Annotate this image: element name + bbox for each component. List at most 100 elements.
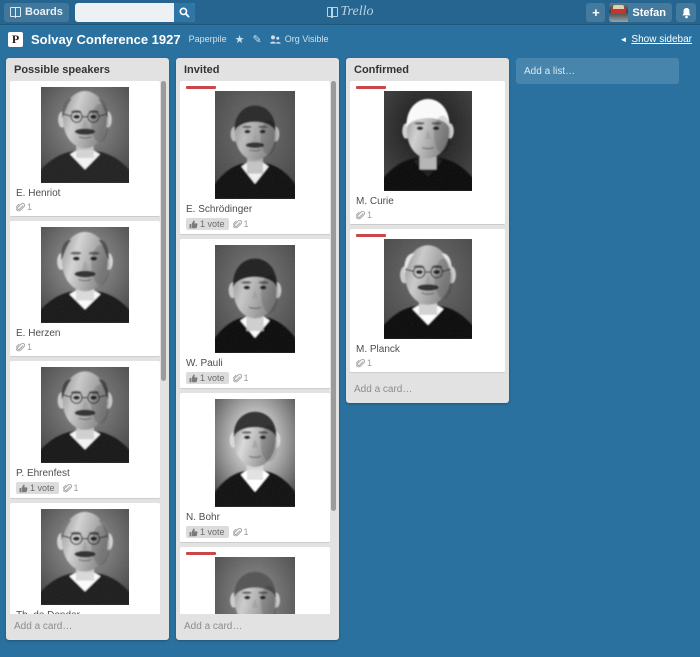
add-card-button[interactable]: Add a card… bbox=[176, 614, 339, 640]
star-icon[interactable]: ★ bbox=[235, 33, 245, 46]
attachment-count: 1 bbox=[243, 373, 249, 383]
thumbs-up-icon bbox=[189, 528, 198, 536]
magnifier-icon bbox=[179, 7, 190, 18]
notifications-button[interactable] bbox=[676, 3, 696, 22]
card-badges: 1 bbox=[356, 358, 500, 368]
card-title: N. Bohr bbox=[186, 512, 220, 523]
card-title: E. Schrödinger bbox=[186, 204, 253, 215]
trello-logo: Trello bbox=[305, 4, 395, 20]
card-title: M. Curie bbox=[356, 196, 394, 207]
sidebar-arrow-icon: ◄ bbox=[619, 34, 628, 44]
list-title[interactable]: Possible speakers bbox=[6, 58, 169, 81]
card-badges: 1 vote 1 bbox=[186, 372, 325, 384]
portrait-heisenberg bbox=[215, 557, 295, 614]
attachment-icon bbox=[16, 202, 25, 211]
attachment-count: 1 bbox=[367, 210, 373, 220]
show-sidebar-label: Show sidebar bbox=[631, 33, 692, 45]
vote-badge[interactable]: 1 vote bbox=[186, 526, 229, 538]
card[interactable]: E. Henriot 1 bbox=[10, 81, 160, 217]
attachment-badge: 1 bbox=[16, 202, 32, 212]
attachment-badge: 1 bbox=[356, 210, 372, 220]
trello-board-icon bbox=[326, 6, 338, 18]
list-title[interactable]: Invited bbox=[176, 58, 339, 81]
card[interactable]: W. Heisenberg1 bbox=[180, 547, 330, 614]
board-organization[interactable]: Paperpile bbox=[189, 34, 227, 44]
boards-button[interactable]: Boards bbox=[4, 2, 69, 22]
attachment-count: 1 bbox=[73, 483, 79, 493]
top-navigation-bar: Boards Trello + Stefan bbox=[0, 0, 700, 25]
attachment-icon bbox=[232, 219, 242, 228]
card[interactable]: N. Bohr 1 vote 1 bbox=[180, 393, 330, 543]
card-title: E. Henriot bbox=[16, 188, 61, 199]
card-badges: 1 bbox=[356, 210, 500, 220]
member-menu[interactable]: Stefan bbox=[609, 3, 672, 22]
attachment-icon bbox=[232, 373, 242, 382]
vote-badge[interactable]: 1 vote bbox=[16, 482, 59, 494]
card-title: Th. de Donder bbox=[16, 609, 155, 614]
board-icon bbox=[10, 6, 21, 18]
attachment-count: 1 bbox=[27, 342, 33, 352]
card[interactable]: E. Herzen 1 bbox=[10, 221, 160, 357]
portrait-dedonder bbox=[41, 509, 129, 605]
card[interactable]: W. Pauli 1 vote 1 bbox=[180, 239, 330, 389]
add-card-button[interactable]: Add a card… bbox=[6, 614, 169, 640]
attachment-count: 1 bbox=[243, 527, 249, 537]
vote-badge[interactable]: 1 vote bbox=[186, 218, 229, 230]
trello-logo-text: Trello bbox=[340, 4, 374, 19]
portrait-bohr bbox=[215, 399, 295, 507]
portrait-herzen bbox=[41, 227, 129, 323]
member-name: Stefan bbox=[632, 6, 666, 19]
card-label bbox=[186, 86, 216, 89]
attachment-badge: 1 bbox=[232, 219, 249, 229]
boards-button-label: Boards bbox=[25, 6, 63, 18]
list-scrollbar[interactable] bbox=[331, 81, 336, 511]
org-visible-icon bbox=[270, 34, 281, 44]
card-badges: 1 vote 1 bbox=[186, 526, 325, 538]
list: Confirmed M. Curie 1 M. Planck 1 Add a card… bbox=[346, 58, 509, 403]
thumbs-up-icon bbox=[189, 220, 198, 228]
list-scrollbar[interactable] bbox=[161, 81, 166, 381]
vote-count: 1 vote bbox=[200, 219, 225, 229]
card[interactable]: M. Planck 1 bbox=[350, 229, 505, 373]
add-button[interactable]: + bbox=[586, 3, 606, 22]
card-label bbox=[186, 552, 216, 555]
card[interactable]: E. Schrödinger 1 vote 1 bbox=[180, 81, 330, 235]
thumbs-up-icon bbox=[189, 374, 198, 382]
attachment-icon bbox=[356, 358, 365, 367]
search-button[interactable] bbox=[173, 2, 195, 22]
add-list-button[interactable]: Add a list… bbox=[516, 58, 679, 84]
pencil-icon[interactable]: ✎ bbox=[252, 33, 261, 46]
card[interactable]: M. Curie 1 bbox=[350, 81, 505, 225]
card[interactable]: Th. de Donder1 bbox=[10, 503, 160, 614]
show-sidebar-button[interactable]: ◄ Show sidebar bbox=[619, 34, 692, 45]
board-title[interactable]: Solvay Conference 1927 bbox=[31, 32, 181, 47]
avatar bbox=[609, 3, 629, 22]
list: Invited E. Schrödinger 1 vote 1 W. Pauli 1 vo… bbox=[176, 58, 339, 640]
portrait-pauli bbox=[215, 245, 295, 353]
search-container bbox=[74, 2, 195, 22]
attachment-count: 1 bbox=[367, 358, 373, 368]
list-title[interactable]: Confirmed bbox=[346, 58, 509, 81]
card-title: P. Ehrenfest bbox=[16, 468, 70, 479]
list-cards: E. Henriot 1 E. Herzen 1 P. Ehrenfest 1 vote 1… bbox=[6, 81, 169, 614]
attachment-badge: 1 bbox=[16, 342, 32, 352]
card-badges: 1 bbox=[16, 342, 155, 352]
attachment-badge: 1 bbox=[356, 358, 372, 368]
portrait-ehrenfest bbox=[41, 367, 129, 463]
portrait-schrodinger bbox=[215, 91, 295, 199]
vote-count: 1 vote bbox=[200, 527, 225, 537]
attachment-icon bbox=[356, 210, 365, 219]
attachment-count: 1 bbox=[27, 202, 33, 212]
thumbs-up-icon bbox=[19, 484, 28, 492]
attachment-icon bbox=[16, 342, 25, 351]
board-header-bar: P Solvay Conference 1927 Paperpile ★ ✎ O… bbox=[0, 25, 700, 53]
board-visibility-label: Org Visible bbox=[284, 34, 329, 44]
bell-icon bbox=[681, 7, 691, 18]
vote-badge[interactable]: 1 vote bbox=[186, 372, 229, 384]
card[interactable]: P. Ehrenfest 1 vote 1 bbox=[10, 361, 160, 499]
board-logo: P bbox=[8, 31, 23, 47]
board-visibility[interactable]: Org Visible bbox=[270, 34, 329, 44]
attachment-badge: 1 bbox=[62, 483, 79, 493]
add-card-button[interactable]: Add a card… bbox=[346, 377, 509, 403]
list: Possible speakers E. Henriot 1 E. Herzen 1 P.… bbox=[6, 58, 169, 640]
